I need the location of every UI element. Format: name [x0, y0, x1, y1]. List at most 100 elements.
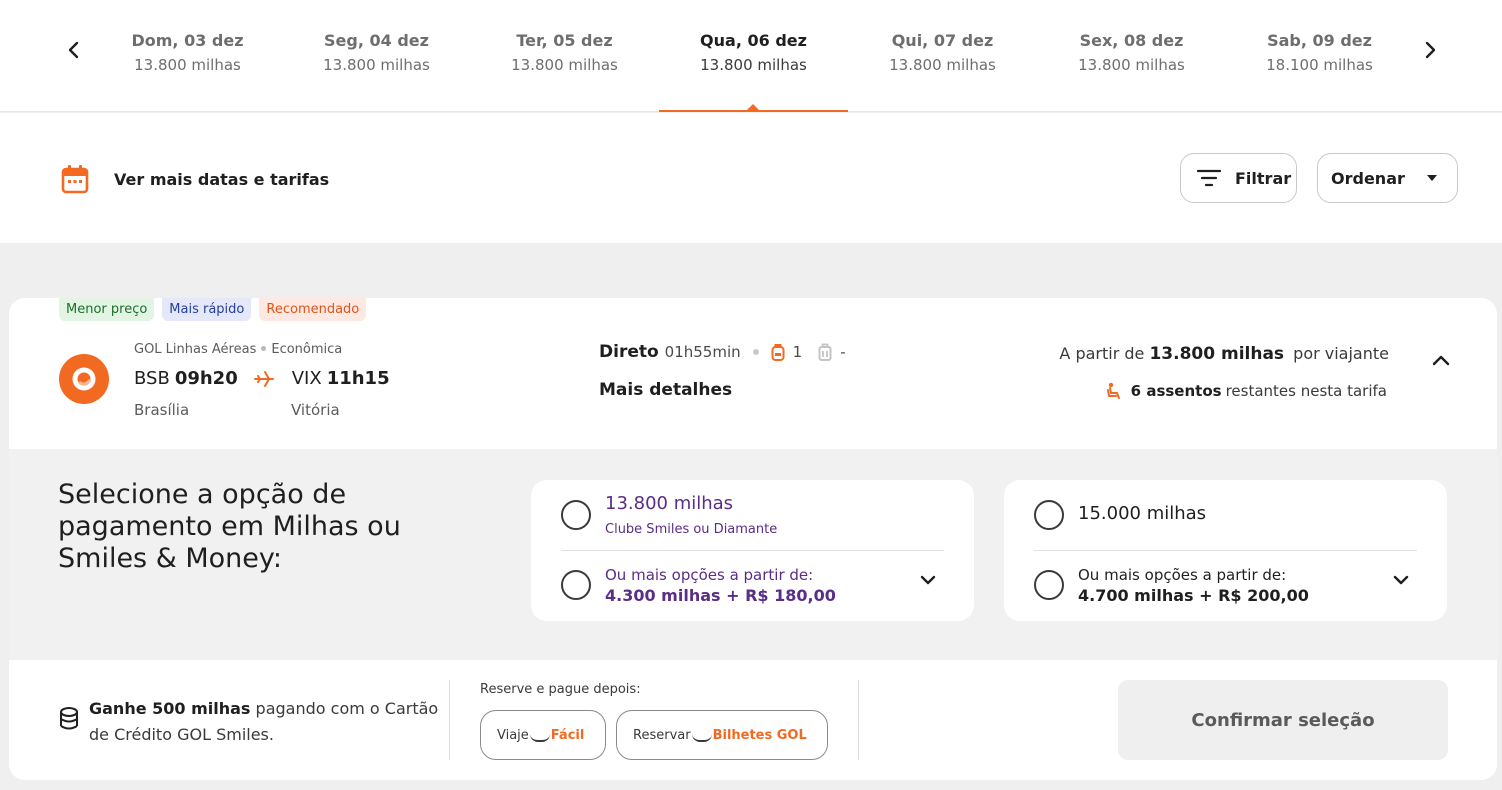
- date-tab-price: 13.800 milhas: [511, 56, 618, 74]
- carry-on-count: 1: [792, 343, 803, 361]
- departure-time: 09h20: [174, 368, 238, 389]
- date-tab-seg-04[interactable]: Seg, 04 dez 13.800 milhas: [282, 0, 471, 112]
- date-tab-sab-09[interactable]: Sab, 09 dez 18.100 milhas: [1225, 0, 1414, 112]
- date-tab-qua-06[interactable]: Qua, 06 dez 13.800 milhas: [659, 0, 848, 112]
- divider: [858, 680, 859, 760]
- date-selector-bar: Dom, 03 dez 13.800 milhas Seg, 04 dez 13…: [0, 0, 1502, 112]
- chevron-down-icon: [1393, 575, 1409, 585]
- seats-count: 6 assentos: [1130, 382, 1222, 400]
- checked-bag-icon: [818, 343, 832, 361]
- chevron-left-icon: [68, 41, 79, 59]
- option-miles-value: 15.000 milhas: [1078, 503, 1207, 524]
- filter-label: Filtrar: [1235, 168, 1292, 188]
- date-tab-day: Qui, 07 dez: [891, 31, 994, 50]
- earn-miles-promo: Ganhe 500 milhas pagando com o Cartão de…: [59, 696, 439, 748]
- smile-icon: [529, 734, 550, 742]
- date-tab-price: 13.800 milhas: [323, 56, 430, 74]
- expand-options-button[interactable]: [1391, 570, 1411, 590]
- reserve-label: Reserve e pague depois:: [480, 682, 641, 697]
- arrival-time: 11h15: [326, 368, 390, 389]
- more-dates-link[interactable]: Ver mais datas e tarifas: [60, 163, 329, 195]
- expand-options-button[interactable]: [918, 570, 938, 590]
- filter-button[interactable]: Filtrar: [1180, 153, 1297, 203]
- radio-miles-standard[interactable]: [1034, 500, 1064, 530]
- earn-miles-text: Ganhe 500 milhas pagando com o Cartão de…: [89, 696, 439, 748]
- date-tab-price: 18.100 milhas: [1266, 56, 1373, 74]
- smile-icon: [691, 734, 712, 742]
- radio-smiles-money[interactable]: [1034, 570, 1064, 600]
- payment-option-card: 15.000 milhas Ou mais opções a partir de…: [1004, 480, 1447, 621]
- option-more-value: 4.300 milhas + R$ 180,00: [605, 586, 836, 605]
- seats-suffix: restantes nesta tarifa: [1225, 382, 1387, 400]
- airline-name: GOL Linhas Aéreas: [134, 342, 257, 357]
- flight-badges: Menor preço Mais rápido Recomendado: [59, 298, 367, 321]
- calendar-icon: [61, 165, 89, 194]
- airline-meta: GOL Linhas Aéreas Econômica: [134, 342, 342, 357]
- radio-smiles-money[interactable]: [561, 570, 591, 600]
- date-tab-day: Sab, 09 dez: [1267, 31, 1372, 50]
- duration: 01h55min: [664, 343, 741, 361]
- date-tab-day: Ter, 05 dez: [516, 31, 613, 50]
- date-tab-dom-03[interactable]: Dom, 03 dez 13.800 milhas: [93, 0, 282, 112]
- badge-lowest-price: Menor preço: [59, 298, 155, 321]
- viaje-highlight: Fácil: [550, 727, 585, 743]
- divider: [449, 680, 450, 760]
- gol-logo-icon: [72, 367, 96, 391]
- divider: [561, 550, 944, 551]
- divider: [1034, 550, 1417, 551]
- viaje-prefix: Viaje: [497, 727, 529, 743]
- option-more-value: 4.700 milhas + R$ 200,00: [1078, 586, 1309, 605]
- date-tab-day: Qua, 06 dez: [700, 31, 807, 50]
- destination-code: VIX: [291, 368, 322, 389]
- origin-code: BSB: [134, 368, 170, 389]
- payment-title: Selecione a opção de pagamento em Milhas…: [58, 479, 401, 574]
- route-row: BSB 09h20 VIX 11h15: [134, 368, 390, 389]
- date-tab-sex-08[interactable]: Sex, 08 dez 13.800 milhas: [1037, 0, 1226, 112]
- separator-dot: [261, 346, 267, 351]
- filter-icon: [1197, 169, 1221, 187]
- collapse-card-button[interactable]: [1427, 346, 1455, 374]
- seats-remaining: 6 assentos restantes nesta tarifa: [1105, 382, 1387, 400]
- chevron-down-icon: [920, 575, 936, 585]
- results-toolbar: Ver mais datas e tarifas Filtrar Ordenar: [0, 113, 1502, 243]
- more-details-link[interactable]: Mais detalhes: [599, 380, 732, 400]
- date-tab-price: 13.800 milhas: [134, 56, 241, 74]
- plane-icon: [253, 370, 274, 388]
- date-tab-price: 13.800 milhas: [1078, 56, 1185, 74]
- viaje-facil-button[interactable]: Viaje Fácil: [480, 710, 606, 760]
- more-dates-label: Ver mais datas e tarifas: [114, 169, 330, 189]
- order-label: Ordenar: [1331, 168, 1405, 188]
- checked-bag-value: -: [840, 343, 846, 361]
- chevron-right-icon: [1425, 41, 1436, 59]
- option-miles-value: 13.800 milhas: [605, 493, 734, 514]
- flight-card: Menor preço Mais rápido Recomendado GOL …: [9, 298, 1497, 780]
- date-tab-day: Sex, 08 dez: [1079, 31, 1184, 50]
- payment-option-card: 13.800 milhas Clube Smiles ou Diamante O…: [531, 480, 974, 621]
- confirm-selection-button[interactable]: Confirmar seleção: [1118, 680, 1448, 760]
- destination-city: Vitória: [291, 401, 340, 419]
- option-more-label: Ou mais opções a partir de:: [1078, 566, 1287, 584]
- reservar-prefix: Reservar: [633, 727, 691, 743]
- next-dates-button[interactable]: [1414, 34, 1446, 66]
- origin-city: Brasília: [134, 401, 190, 419]
- price-suffix: por viajante: [1293, 344, 1389, 363]
- backpack-icon: [771, 344, 785, 361]
- reservar-bilhetes-button[interactable]: Reservar Bilhetes GOL: [616, 710, 828, 760]
- radio-miles-club[interactable]: [561, 500, 591, 530]
- badge-recommended: Recomendado: [259, 298, 367, 321]
- order-dropdown[interactable]: Ordenar: [1317, 153, 1458, 203]
- airline-logo: [59, 354, 109, 404]
- price-prefix: A partir de: [1059, 344, 1145, 363]
- date-tab-ter-05[interactable]: Ter, 05 dez 13.800 milhas: [470, 0, 659, 112]
- date-tab-day: Seg, 04 dez: [324, 31, 429, 50]
- date-tab-qui-07[interactable]: Qui, 07 dez 13.800 milhas: [848, 0, 1037, 112]
- chevron-up-icon: [1432, 355, 1450, 366]
- previous-dates-button[interactable]: [58, 34, 90, 66]
- cabin-class: Econômica: [271, 342, 343, 357]
- option-miles-sub: Clube Smiles ou Diamante: [605, 522, 778, 537]
- reservar-highlight: Bilhetes GOL: [712, 727, 807, 743]
- date-tab-day: Dom, 03 dez: [131, 31, 244, 50]
- badge-fastest: Mais rápido: [162, 298, 252, 321]
- caret-down-icon: [1427, 175, 1437, 181]
- stops-label: Direto: [599, 342, 659, 362]
